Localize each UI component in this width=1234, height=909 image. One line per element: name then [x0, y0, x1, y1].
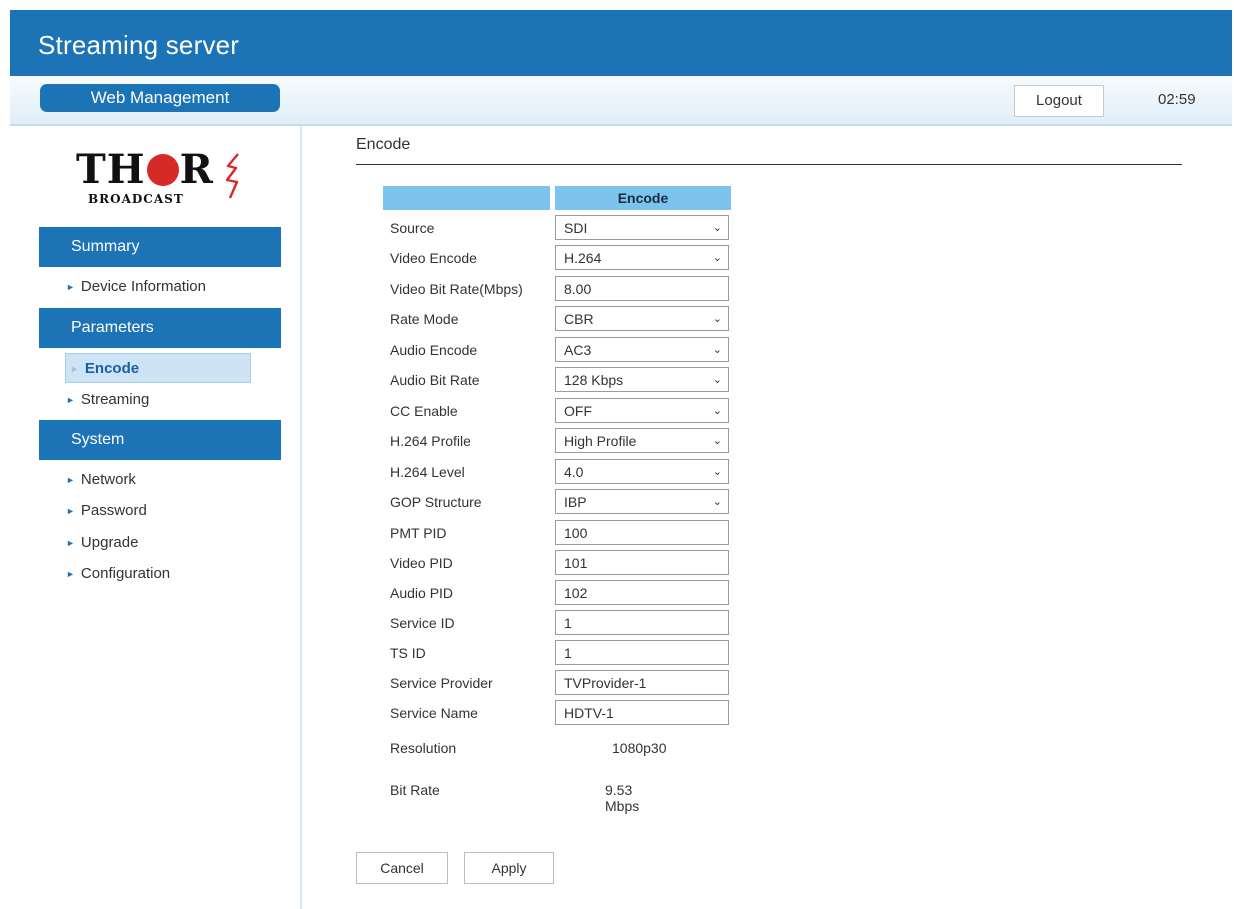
triangle-right-icon: ► — [66, 282, 75, 292]
sidebar-item-configuration[interactable]: ► Configuration — [66, 562, 170, 586]
triangle-right-icon: ► — [66, 569, 75, 579]
row-label: Rate Mode — [390, 311, 459, 327]
triangle-right-icon: ► — [66, 538, 75, 548]
row-label: Video Bit Rate(Mbps) — [390, 281, 523, 297]
bit-rate-label: Bit Rate — [390, 782, 440, 798]
triangle-right-icon: ► — [70, 364, 79, 374]
row-label: PMT PID — [390, 525, 447, 541]
audio-encode-select[interactable]: AC3 ⌄ — [555, 337, 729, 362]
bit-rate-value: 9.53 Mbps — [605, 782, 640, 814]
chevron-down-icon: ⌄ — [712, 344, 722, 356]
logout-button[interactable]: Logout — [1014, 85, 1104, 117]
sidebar-item-password[interactable]: ► Password — [66, 499, 147, 523]
chevron-down-icon: ⌄ — [712, 405, 722, 417]
title-divider — [356, 164, 1182, 165]
sidebar-item-streaming[interactable]: ► Streaming — [66, 388, 149, 412]
sidebar-section-system[interactable]: System — [39, 420, 281, 460]
chevron-down-icon: ⌄ — [712, 496, 722, 508]
video-encode-select[interactable]: H.264 ⌄ — [555, 245, 729, 270]
ts-id-input[interactable]: 1 — [555, 640, 729, 665]
source-select[interactable]: SDI ⌄ — [555, 215, 729, 240]
pmt-pid-input[interactable]: 100 — [555, 520, 729, 545]
title-bar: Streaming server — [10, 10, 1232, 76]
video-bit-rate-input[interactable]: 8.00 — [555, 276, 729, 301]
row-label: H.264 Profile — [390, 433, 471, 449]
chevron-down-icon: ⌄ — [712, 313, 722, 325]
h264-level-select[interactable]: 4.0 ⌄ — [555, 459, 729, 484]
sidebar: TH R BROADCAST Summary ► Device Informatio… — [10, 126, 302, 909]
sidebar-section-summary[interactable]: Summary — [39, 227, 281, 267]
audio-pid-input[interactable]: 102 — [555, 580, 729, 605]
triangle-right-icon: ► — [66, 395, 75, 405]
service-provider-input[interactable]: TVProvider-1 — [555, 670, 729, 695]
video-pid-input[interactable]: 101 — [555, 550, 729, 575]
chevron-down-icon: ⌄ — [712, 374, 722, 386]
row-label: Audio Bit Rate — [390, 372, 480, 388]
service-id-input[interactable]: 1 — [555, 610, 729, 635]
row-label: Audio Encode — [390, 342, 478, 358]
app-title: Streaming server — [38, 30, 240, 60]
row-label: H.264 Level — [390, 464, 465, 480]
h264-profile-select[interactable]: High Profile ⌄ — [555, 428, 729, 453]
triangle-right-icon: ► — [66, 506, 75, 516]
row-label: Video Encode — [390, 250, 477, 266]
logo-word: TH R — [76, 146, 214, 193]
row-label: GOP Structure — [390, 494, 482, 510]
chevron-down-icon: ⌄ — [712, 435, 722, 447]
row-label: CC Enable — [390, 403, 458, 419]
service-name-input[interactable]: HDTV-1 — [555, 700, 729, 725]
triangle-right-icon: ► — [66, 475, 75, 485]
form-header-blank — [383, 186, 550, 210]
sidebar-item-network[interactable]: ► Network — [66, 468, 136, 492]
thor-broadcast-logo: TH R BROADCAST — [76, 146, 256, 210]
row-label: Service Provider — [390, 675, 493, 691]
sidebar-item-device-information[interactable]: ► Device Information — [66, 275, 206, 299]
clock: 02:59 — [1158, 91, 1196, 108]
row-label: Source — [390, 220, 435, 236]
row-label: Video PID — [390, 555, 453, 571]
sidebar-item-encode[interactable]: ► Encode — [65, 353, 251, 383]
form-header: Encode — [555, 186, 731, 210]
chevron-down-icon: ⌄ — [712, 252, 722, 264]
chevron-down-icon: ⌄ — [712, 222, 722, 234]
resolution-value: 1080p30 — [612, 740, 667, 756]
rate-mode-select[interactable]: CBR ⌄ — [555, 306, 729, 331]
web-management-tab[interactable]: Web Management — [40, 84, 280, 112]
gop-structure-select[interactable]: IBP ⌄ — [555, 489, 729, 514]
row-label: Service ID — [390, 615, 455, 631]
resolution-label: Resolution — [390, 740, 457, 756]
chevron-down-icon: ⌄ — [712, 466, 722, 478]
top-toolbar: Web Management Logout 02:59 — [10, 76, 1232, 126]
sidebar-item-upgrade[interactable]: ► Upgrade — [66, 531, 138, 555]
cc-enable-select[interactable]: OFF ⌄ — [555, 398, 729, 423]
logo-globe-icon — [146, 154, 179, 186]
logo-lightning-icon — [225, 153, 239, 199]
row-label: Audio PID — [390, 585, 454, 601]
row-label: TS ID — [390, 645, 426, 661]
page-title: Encode — [356, 136, 411, 153]
cancel-button[interactable]: Cancel — [356, 852, 448, 884]
apply-button[interactable]: Apply — [464, 852, 554, 884]
sidebar-section-parameters[interactable]: Parameters — [39, 308, 281, 348]
logo-subtext: BROADCAST — [88, 192, 184, 206]
audio-bit-rate-select[interactable]: 128 Kbps ⌄ — [555, 367, 729, 392]
row-label: Service Name — [390, 705, 478, 721]
